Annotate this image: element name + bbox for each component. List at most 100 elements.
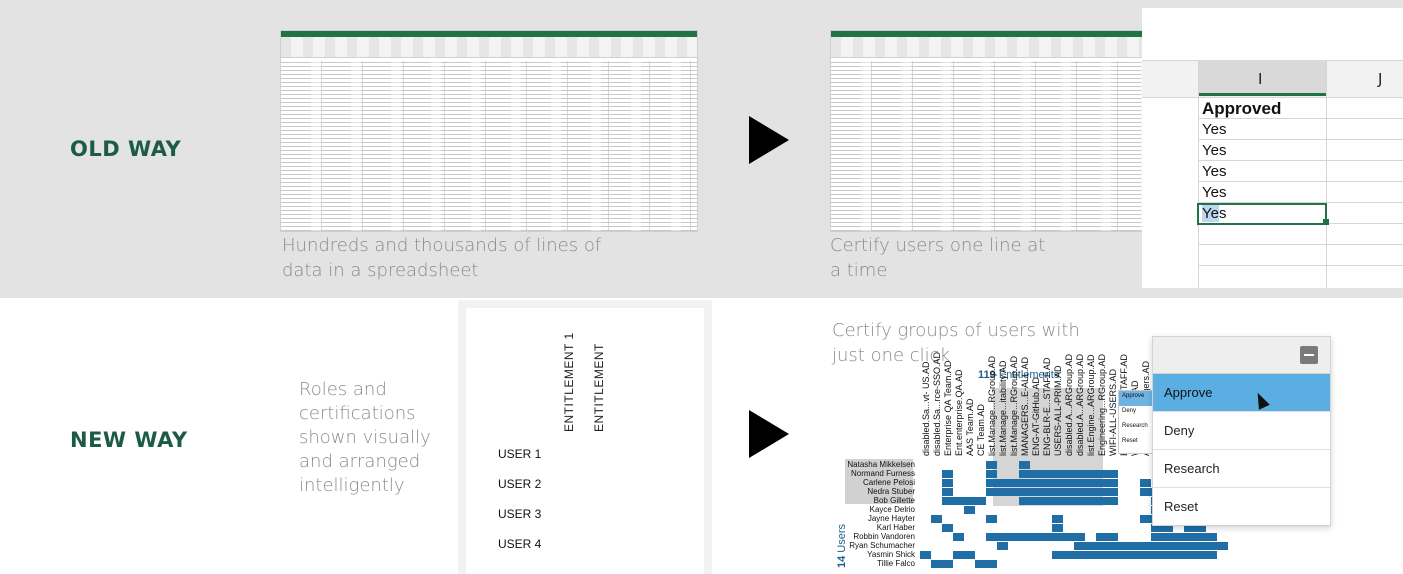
assignment-cell[interactable] bbox=[931, 515, 942, 523]
assignment-cell[interactable] bbox=[1085, 479, 1096, 487]
assignment-cell[interactable] bbox=[1063, 533, 1074, 541]
assignment-cell[interactable] bbox=[1019, 461, 1030, 469]
assignment-cell[interactable] bbox=[964, 506, 975, 514]
assignment-cell[interactable] bbox=[1096, 479, 1107, 487]
assignment-cell[interactable] bbox=[1030, 533, 1041, 541]
assignment-cell[interactable] bbox=[1107, 551, 1118, 559]
assignment-cell[interactable] bbox=[1129, 542, 1140, 550]
assignment-cell[interactable] bbox=[1151, 551, 1162, 559]
assignment-cell[interactable] bbox=[1151, 542, 1162, 550]
assignment-cell[interactable] bbox=[1052, 479, 1063, 487]
assignment-cell[interactable] bbox=[953, 533, 964, 541]
user-row-label[interactable]: Jayne Hayter bbox=[868, 514, 915, 523]
assignment-cell[interactable] bbox=[1041, 470, 1052, 478]
user-row-label[interactable]: Kayce Delrio bbox=[870, 505, 915, 514]
assignment-cell[interactable] bbox=[1008, 533, 1019, 541]
assignment-cell[interactable] bbox=[1107, 470, 1118, 478]
entitlement-column-label[interactable]: Enterprise QA Team.AD bbox=[943, 361, 953, 456]
assignment-cell[interactable] bbox=[1063, 470, 1074, 478]
assignment-cell[interactable] bbox=[1008, 488, 1019, 496]
assignment-cell[interactable] bbox=[1118, 542, 1129, 550]
assignment-cell[interactable] bbox=[986, 461, 997, 469]
assignment-cell[interactable] bbox=[1041, 497, 1052, 505]
approve-option[interactable]: Approve bbox=[1153, 374, 1330, 412]
collapse-icon[interactable] bbox=[1300, 346, 1318, 364]
assignment-cell[interactable] bbox=[953, 551, 964, 559]
entitlement-column-label[interactable]: list.Manage...RGroup.AD bbox=[987, 356, 997, 456]
assignment-cell[interactable] bbox=[986, 533, 997, 541]
assignment-cell[interactable] bbox=[1096, 551, 1107, 559]
assignment-cell[interactable] bbox=[1096, 533, 1107, 541]
user-row-label[interactable]: Ryan Schumacher bbox=[849, 541, 915, 550]
assignment-cell[interactable] bbox=[1085, 497, 1096, 505]
entitlement-column-label[interactable]: USERS-ALL-PRIM.AD bbox=[1053, 365, 1063, 456]
user-row-label[interactable]: Robbin Vandoren bbox=[853, 532, 915, 541]
user-row-label[interactable]: Nedra Stuber bbox=[867, 487, 915, 496]
assignment-cell[interactable] bbox=[1019, 479, 1030, 487]
assignment-cell[interactable] bbox=[1162, 542, 1173, 550]
assignment-cell[interactable] bbox=[1063, 497, 1074, 505]
assignment-cell[interactable] bbox=[1107, 479, 1118, 487]
assignment-cell[interactable] bbox=[1074, 470, 1085, 478]
assignment-cell[interactable] bbox=[975, 497, 986, 505]
assignment-cell[interactable] bbox=[1085, 551, 1096, 559]
assignment-cell[interactable] bbox=[1019, 488, 1030, 496]
assignment-cell[interactable] bbox=[1063, 551, 1074, 559]
assignment-cell[interactable] bbox=[1030, 479, 1041, 487]
assignment-cell[interactable] bbox=[1052, 515, 1063, 523]
assignment-cell[interactable] bbox=[1008, 479, 1019, 487]
assignment-cell[interactable] bbox=[1074, 533, 1085, 541]
assignment-cell[interactable] bbox=[1173, 533, 1184, 541]
assignment-cell[interactable] bbox=[1030, 497, 1041, 505]
assignment-cell[interactable] bbox=[1162, 551, 1173, 559]
assignment-cell[interactable] bbox=[1217, 542, 1228, 550]
assignment-cell[interactable] bbox=[964, 551, 975, 559]
entitlement-column-label[interactable]: list.Manage...itability.AD bbox=[998, 361, 1008, 456]
entitlement-column-label[interactable]: Ent.enterprise.QA.AD bbox=[954, 369, 964, 456]
assignment-cell[interactable] bbox=[1107, 542, 1118, 550]
assignment-cell[interactable] bbox=[1041, 488, 1052, 496]
assignment-cell[interactable] bbox=[1074, 488, 1085, 496]
user-row-label[interactable]: Yasmin Shick bbox=[867, 550, 915, 559]
assignment-cell[interactable] bbox=[997, 479, 1008, 487]
assignment-cell[interactable] bbox=[942, 497, 953, 505]
user-row-label[interactable]: Karl Haber bbox=[877, 523, 915, 532]
assignment-cell[interactable] bbox=[1041, 533, 1052, 541]
entitlement-column-label[interactable]: disabled.A...ARGroup.AD bbox=[1064, 354, 1074, 456]
user-row-label[interactable]: Normand Furness bbox=[851, 469, 915, 478]
assignment-cell[interactable] bbox=[1173, 551, 1184, 559]
assignment-cell[interactable] bbox=[1162, 533, 1173, 541]
assignment-cell[interactable] bbox=[1140, 515, 1151, 523]
assignment-cell[interactable] bbox=[1085, 470, 1096, 478]
assignment-cell[interactable] bbox=[1206, 533, 1217, 541]
assignment-cell[interactable] bbox=[1030, 470, 1041, 478]
assignment-cell[interactable] bbox=[1074, 551, 1085, 559]
assignment-cell[interactable] bbox=[1052, 533, 1063, 541]
assignment-cell[interactable] bbox=[1140, 542, 1151, 550]
entitlement-column-label[interactable]: Engineering...RGroup.AD bbox=[1097, 354, 1107, 456]
assignment-cell[interactable] bbox=[942, 470, 953, 478]
entitlement-column-label[interactable]: disabled.Sa...vt- US.AD bbox=[921, 361, 931, 456]
assignment-cell[interactable] bbox=[931, 560, 942, 568]
assignment-cell[interactable] bbox=[986, 488, 997, 496]
assignment-cell[interactable] bbox=[997, 488, 1008, 496]
assignment-cell[interactable] bbox=[1063, 488, 1074, 496]
assignment-cell[interactable] bbox=[1019, 497, 1030, 505]
entitlement-column-label[interactable]: CE Team.AD bbox=[976, 404, 986, 456]
assignment-cell[interactable] bbox=[986, 560, 997, 568]
assignment-cell[interactable] bbox=[1096, 497, 1107, 505]
assignment-cell[interactable] bbox=[1206, 542, 1217, 550]
entitlement-column-label[interactable]: disabled.Sa...rce-SSO.AD bbox=[932, 352, 942, 456]
assignment-cell[interactable] bbox=[942, 524, 953, 532]
assignment-cell[interactable] bbox=[1118, 551, 1129, 559]
entitlement-column-label[interactable]: MANAGERS...E-ALL.AD bbox=[1020, 357, 1030, 456]
assignment-cell[interactable] bbox=[1041, 479, 1052, 487]
assignment-cell[interactable] bbox=[1140, 488, 1151, 496]
assignment-cell[interactable] bbox=[1074, 497, 1085, 505]
user-row-label[interactable]: Tillie Falco bbox=[877, 559, 915, 568]
assignment-cell[interactable] bbox=[1184, 542, 1195, 550]
assignment-cell[interactable] bbox=[986, 479, 997, 487]
user-row-label[interactable]: Bob Gillette bbox=[874, 496, 915, 505]
assignment-cell[interactable] bbox=[1107, 497, 1118, 505]
assignment-cell[interactable] bbox=[1063, 479, 1074, 487]
